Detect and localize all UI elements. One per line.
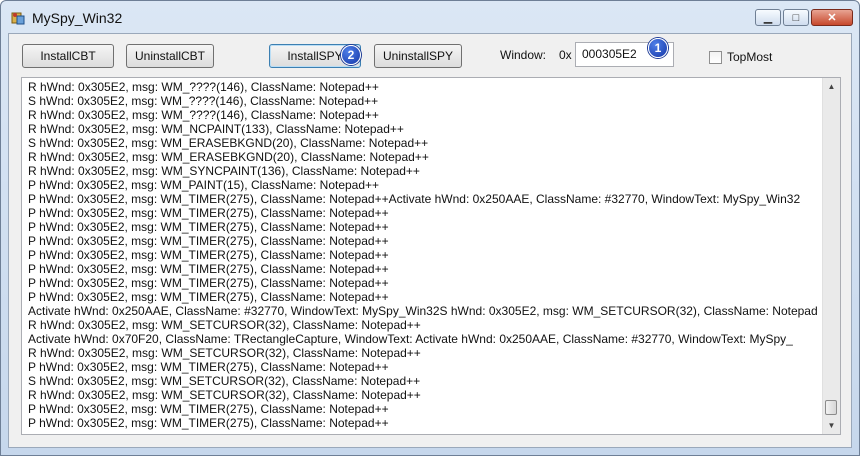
- close-button[interactable]: ✕: [811, 9, 853, 26]
- topmost-label[interactable]: TopMost: [727, 50, 772, 64]
- log-line: P hWnd: 0x305E2, msg: WM_PAINT(15), Clas…: [28, 178, 380, 192]
- uninstall-cbt-button[interactable]: UninstallCBT: [126, 44, 214, 68]
- log-line: P hWnd: 0x305E2, msg: WM_TIMER(275), Cla…: [28, 262, 389, 276]
- log-line: P hWnd: 0x305E2, msg: WM_TIMER(275), Cla…: [28, 206, 389, 220]
- minimize-icon: ▁: [763, 12, 773, 24]
- scroll-down-arrow-icon[interactable]: ▼: [823, 417, 840, 434]
- close-icon: ✕: [827, 12, 837, 24]
- maximize-button[interactable]: □: [783, 9, 809, 26]
- log-line: R hWnd: 0x305E2, msg: WM_????(146), Clas…: [28, 108, 379, 122]
- log-line: P hWnd: 0x305E2, msg: WM_TIMER(275), Cla…: [28, 416, 389, 430]
- log-line: R hWnd: 0x305E2, msg: WM_ERASEBKGND(20),…: [28, 150, 429, 164]
- log-line: P hWnd: 0x305E2, msg: WM_TIMER(275), Cla…: [28, 276, 389, 290]
- log-line: Activate hWnd: 0x250AAE, ClassName: #327…: [28, 304, 818, 318]
- log-line: R hWnd: 0x305E2, msg: WM_NCPAINT(133), C…: [28, 122, 404, 136]
- message-log[interactable]: R hWnd: 0x305E2, msg: WM_????(146), Clas…: [21, 77, 841, 435]
- log-line: P hWnd: 0x305E2, msg: WM_TIMER(275), Cla…: [28, 192, 801, 206]
- window-label: Window:: [500, 48, 547, 62]
- log-line: R hWnd: 0x305E2, msg: WM_SYNCPAINT(136),…: [28, 164, 420, 178]
- log-line: R hWnd: 0x305E2, msg: WM_SETCURSOR(32), …: [28, 388, 421, 402]
- log-line: P hWnd: 0x305E2, msg: WM_TIMER(275), Cla…: [28, 290, 389, 304]
- log-lines: R hWnd: 0x305E2, msg: WM_????(146), Clas…: [28, 80, 818, 430]
- hex-prefix-label: 0x: [559, 48, 572, 62]
- log-line: S hWnd: 0x305E2, msg: WM_????(146), Clas…: [28, 94, 379, 108]
- log-line: P hWnd: 0x305E2, msg: WM_TIMER(275), Cla…: [28, 402, 389, 416]
- log-line: P hWnd: 0x305E2, msg: WM_TIMER(275), Cla…: [28, 234, 389, 248]
- window-title: MySpy_Win32: [32, 10, 123, 26]
- client-area: InstallCBT UninstallCBT InstallSPY 2 Uni…: [8, 33, 852, 448]
- title-bar[interactable]: MySpy_Win32 ▁ □ ✕: [1, 1, 859, 33]
- log-line: R hWnd: 0x305E2, msg: WM_SETCURSOR(32), …: [28, 318, 421, 332]
- log-line: P hWnd: 0x305E2, msg: WM_TIMER(275), Cla…: [28, 360, 389, 374]
- log-line: P hWnd: 0x305E2, msg: WM_TIMER(275), Cla…: [28, 248, 389, 262]
- install-cbt-button[interactable]: InstallCBT: [22, 44, 114, 68]
- uninstall-spy-button[interactable]: UninstallSPY: [374, 44, 462, 68]
- log-line: S hWnd: 0x305E2, msg: WM_ERASEBKGND(20),…: [28, 136, 429, 150]
- maximize-icon: □: [792, 11, 800, 24]
- app-icon: [11, 12, 25, 25]
- callout-badge-1: 1: [648, 38, 668, 58]
- vertical-scrollbar[interactable]: ▲ ▼: [822, 78, 840, 434]
- log-line: R hWnd: 0x305E2, msg: WM_????(146), Clas…: [28, 80, 379, 94]
- log-line: S hWnd: 0x305E2, msg: WM_SETCURSOR(32), …: [28, 374, 421, 388]
- callout-badge-2: 2: [341, 45, 361, 65]
- log-line: Activate hWnd: 0x70F20, ClassName: TRect…: [28, 332, 793, 346]
- log-line: P hWnd: 0x305E2, msg: WM_TIMER(275), Cla…: [28, 220, 389, 234]
- caption-buttons: ▁ □ ✕: [755, 9, 853, 26]
- topmost-checkbox[interactable]: [709, 51, 722, 64]
- scroll-up-arrow-icon[interactable]: ▲: [823, 78, 840, 95]
- scrollbar-thumb[interactable]: [825, 400, 837, 415]
- app-window: MySpy_Win32 ▁ □ ✕ InstallCBT UninstallCB…: [0, 0, 860, 456]
- log-line: R hWnd: 0x305E2, msg: WM_SETCURSOR(32), …: [28, 346, 421, 360]
- minimize-button[interactable]: ▁: [755, 9, 781, 26]
